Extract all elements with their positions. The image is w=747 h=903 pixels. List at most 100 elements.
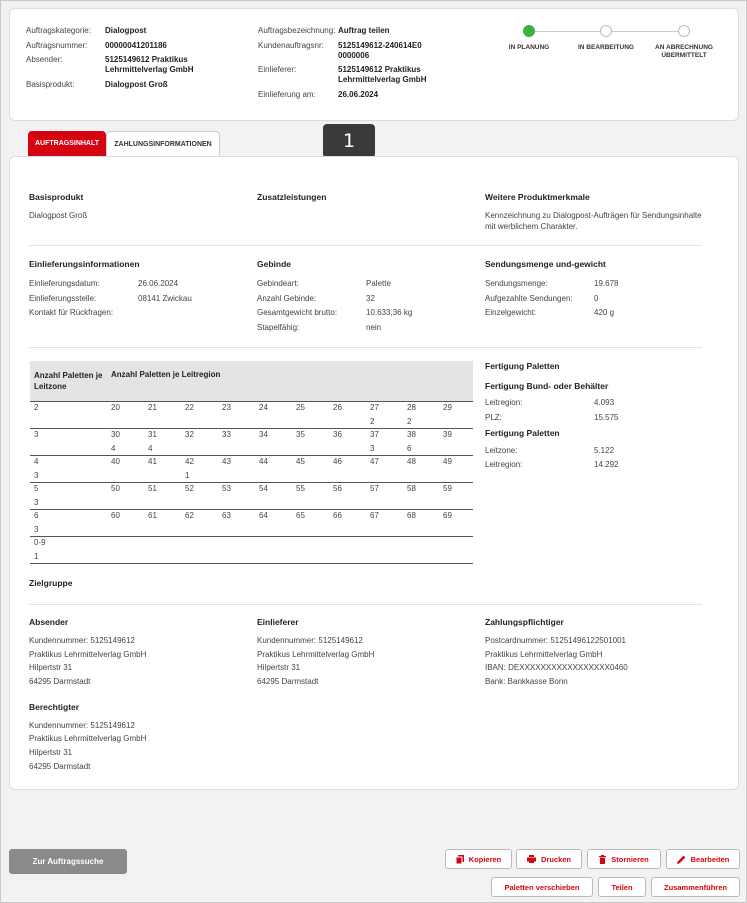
einzelgewicht-value: 420 g bbox=[594, 308, 615, 317]
leitregion-cell: 45 bbox=[296, 457, 305, 466]
berechtigter-line: Hilpertstr 31 bbox=[29, 748, 73, 757]
einlieferungsstelle-label: Einlieferungsstelle: bbox=[29, 294, 97, 303]
gesamtgewicht-label: Gesamtgewicht brutto: bbox=[257, 308, 338, 317]
leitregion-cell: 38 bbox=[407, 430, 416, 439]
teilen-button[interactable]: Teilen bbox=[598, 877, 646, 897]
stapelfaehig-label: Stapelfähig: bbox=[257, 323, 300, 332]
leitregion-cell: 43 bbox=[222, 457, 231, 466]
einlieferungsdatum-label: Einlieferungsdatum: bbox=[29, 279, 100, 288]
leitregion-cell: 48 bbox=[407, 457, 416, 466]
bearbeiten-button[interactable]: Bearbeiten bbox=[666, 849, 740, 869]
einlieferer-line: Kundennummer: 5125149612 bbox=[257, 636, 363, 645]
label-auftragsnummer: Auftragsnummer: bbox=[26, 41, 88, 50]
zielgruppe-heading: Zielgruppe bbox=[29, 578, 73, 588]
label-basisprodukt: Basisprodukt: bbox=[26, 80, 75, 89]
stapelfaehig-value: nein bbox=[366, 323, 382, 332]
leitregion-count-cell: 1 bbox=[185, 470, 190, 480]
bearbeiten-label: Bearbeiten bbox=[690, 854, 730, 864]
paletten-verschieben-button[interactable]: Paletten verschieben bbox=[491, 877, 593, 897]
stornieren-button[interactable]: Stornieren bbox=[587, 849, 661, 869]
header-anzahl-leitregion: Anzahl Paletten je Leitregion bbox=[111, 370, 221, 379]
absender-heading: Absender bbox=[29, 617, 69, 627]
anzahl-gebinde-label: Anzahl Gebinde: bbox=[257, 294, 317, 303]
kontakt-label: Kontakt für Rückfragen: bbox=[29, 308, 114, 317]
fertigung-plz-label: PLZ: bbox=[485, 413, 502, 422]
leitzone-cell: 6 bbox=[34, 511, 39, 520]
absender-line: Hilpertstr 31 bbox=[29, 663, 73, 672]
drucken-button[interactable]: Drucken bbox=[516, 849, 582, 869]
absender-line: 64295 Darmstadt bbox=[29, 677, 91, 686]
leitregion-cell: 56 bbox=[333, 484, 342, 493]
fertigung-leitzone-value: 5.122 bbox=[594, 446, 615, 455]
einlieferer-line: 64295 Darmstadt bbox=[257, 677, 319, 686]
zahlungspflichtiger-line: Postcardnummer: 5125149612250100​1 bbox=[485, 636, 626, 645]
gebindeart-value: Palette bbox=[366, 279, 391, 288]
leitregion-cell: 23 bbox=[222, 403, 231, 412]
leitregion-cell: 26 bbox=[333, 403, 342, 412]
leitregion-count-cell: 4 bbox=[111, 443, 116, 453]
label-einlieferer: Einlieferer: bbox=[258, 65, 297, 74]
leitregion-cell: 65 bbox=[296, 511, 305, 520]
sendungsmenge-value: 19.678 bbox=[594, 279, 619, 288]
leitzone-cell: 2 bbox=[34, 403, 39, 412]
step-badge: 1 bbox=[323, 124, 375, 158]
table-rule bbox=[30, 455, 473, 456]
section-divider bbox=[29, 245, 702, 246]
leitregion-cell: 29 bbox=[443, 403, 452, 412]
leitregion-cell: 42 bbox=[185, 457, 194, 466]
table-rule bbox=[30, 482, 473, 483]
tab-zahlungsinformationen[interactable]: ZAHLUNGSINFORMATIONEN bbox=[106, 131, 220, 156]
value-auftragskategorie: Dialogpost bbox=[105, 26, 147, 35]
zur-auftragssuche-button[interactable]: Zur Auftragssuche bbox=[9, 849, 127, 874]
leitregion-cell: 27 bbox=[370, 403, 379, 412]
leitregion-cell: 31 bbox=[148, 430, 157, 439]
leitregion-cell: 53 bbox=[222, 484, 231, 493]
leitzone-count-cell: 1 bbox=[34, 551, 39, 561]
fertigung-plz-value: 15.575 bbox=[594, 413, 619, 422]
aufgezahlte-label: Aufgezahlte Sendungen: bbox=[485, 294, 573, 303]
tab-auftragsinhalt[interactable]: AUFTRAGSINHALT bbox=[28, 131, 106, 156]
leitregion-cell: 59 bbox=[443, 484, 452, 493]
leitregion-cell: 24 bbox=[259, 403, 268, 412]
leitregion-cell: 30 bbox=[111, 430, 120, 439]
leitzone-cell: 4 bbox=[34, 457, 39, 466]
leitregion-cell: 61 bbox=[148, 511, 157, 520]
fertigung-leitzone-label: Leitzone: bbox=[485, 446, 518, 455]
leitregion-cell: 25 bbox=[296, 403, 305, 412]
leitregion-cell: 51 bbox=[148, 484, 157, 493]
leitregion-cell: 32 bbox=[185, 430, 194, 439]
value-auftragsbezeichnung: Auftrag teilen bbox=[338, 26, 390, 35]
gebinde-heading: Gebinde bbox=[257, 259, 292, 269]
berechtigter-line: Praktikus Lehrmittelverlag GmbH bbox=[29, 734, 147, 743]
einlieferer-line: Praktikus Lehrmittelverlag GmbH bbox=[257, 650, 375, 659]
leitregion-cell: 21 bbox=[148, 403, 157, 412]
sendungsmenge-heading: Sendungsmenge und-gewicht bbox=[485, 259, 606, 269]
fertigung-leitregion-label: Leitregion: bbox=[485, 398, 523, 407]
einlieferungsdatum-value: 26.06.2024 bbox=[138, 279, 179, 288]
leitregion-cell: 55 bbox=[296, 484, 305, 493]
zusammenfuehren-button[interactable]: Zusammenführen bbox=[651, 877, 740, 897]
table-rule bbox=[30, 401, 473, 402]
leitregion-cell: 28 bbox=[407, 403, 416, 412]
step-connector-1 bbox=[535, 31, 601, 32]
pencil-icon bbox=[676, 855, 686, 864]
leitregion-cell: 44 bbox=[259, 457, 268, 466]
kopieren-button[interactable]: Kopieren bbox=[445, 849, 512, 869]
leitregion-count-cell: 2 bbox=[407, 416, 412, 426]
leitregion-cell: 22 bbox=[185, 403, 194, 412]
einlieferungsinformationen-heading: Einlieferungsinformationen bbox=[29, 259, 140, 269]
step-label-in-bearbeitung: IN BEARBEITUNG bbox=[578, 44, 634, 51]
leitregion-cell: 67 bbox=[370, 511, 379, 520]
einzelgewicht-label: Einzelgewicht: bbox=[485, 308, 537, 317]
leitregion-cell: 69 bbox=[443, 511, 452, 520]
leitregion-count-cell: 4 bbox=[148, 443, 153, 453]
step-connector-2 bbox=[612, 31, 678, 32]
section-divider bbox=[29, 604, 702, 605]
leitregion-cell: 20 bbox=[111, 403, 120, 412]
leitregion-cell: 33 bbox=[222, 430, 231, 439]
table-rule bbox=[30, 563, 473, 564]
absender-line: Praktikus Lehrmittelverlag GmbH bbox=[29, 650, 147, 659]
step-dot-in-planung bbox=[523, 25, 535, 37]
leitzone-count-cell: 3 bbox=[34, 524, 39, 534]
leitregion-cell: 63 bbox=[222, 511, 231, 520]
